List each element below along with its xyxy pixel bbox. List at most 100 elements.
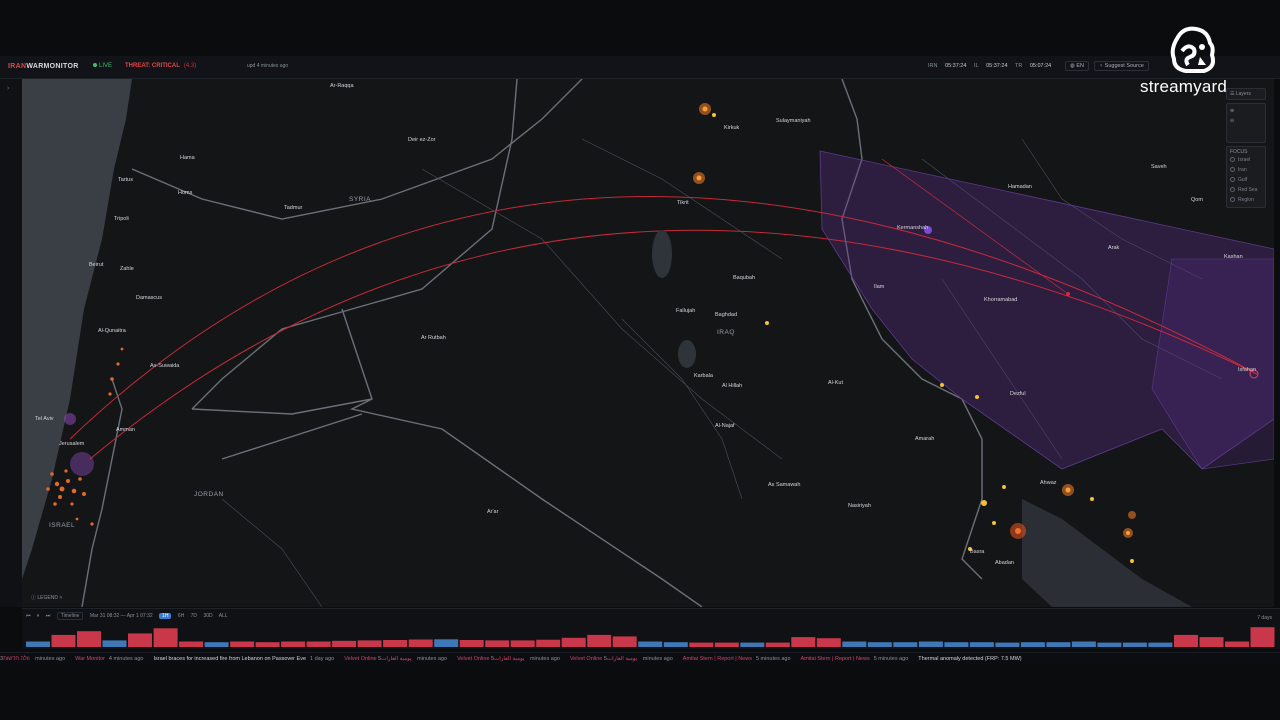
- histogram-bar[interactable]: [434, 639, 459, 647]
- histogram-bar[interactable]: [663, 642, 688, 647]
- histogram-bar[interactable]: [1174, 634, 1198, 647]
- histogram-bar[interactable]: [587, 634, 612, 647]
- histogram-bar[interactable]: [765, 642, 790, 647]
- histogram-bar[interactable]: [77, 631, 101, 647]
- histogram-bar[interactable]: [1071, 641, 1096, 648]
- pause-icon[interactable]: ⏸: [37, 613, 40, 619]
- ticker-src: וולה חדשות: [3, 656, 30, 662]
- histogram-bar[interactable]: [1148, 642, 1173, 647]
- range-button-all[interactable]: ALL: [219, 613, 228, 619]
- histogram-bar[interactable]: [1250, 627, 1275, 647]
- city-label: Basra: [970, 549, 985, 555]
- histogram-bar[interactable]: [561, 637, 586, 647]
- histogram-bar[interactable]: [893, 642, 918, 647]
- city-label: Al-Kut: [828, 380, 843, 386]
- histogram-bar[interactable]: [26, 641, 50, 648]
- histogram-bar[interactable]: [357, 640, 382, 647]
- histogram-bar[interactable]: [1046, 642, 1071, 647]
- histogram-bar[interactable]: [791, 637, 816, 647]
- strike-marker[interactable]: [1066, 292, 1070, 296]
- zoom-out-icon[interactable]: ⊖: [1230, 116, 1262, 126]
- map-controls: ☰ Layers ⊕ ⊖ FOCUS Israel Iran Gulf Red …: [1226, 88, 1266, 218]
- histogram-bar[interactable]: [255, 642, 280, 647]
- histogram-bar[interactable]: [638, 641, 663, 648]
- range-button-6h[interactable]: 6H: [178, 613, 184, 619]
- histogram-bar[interactable]: [918, 641, 943, 648]
- histogram-bar[interactable]: [179, 641, 204, 648]
- news-ticker[interactable]: וולה חדשות3 minutes ago War Monitor 4 minu…: [0, 652, 1280, 665]
- histogram-bar[interactable]: [128, 633, 152, 647]
- histogram-bar[interactable]: [1199, 637, 1224, 647]
- histogram-bar[interactable]: [1097, 642, 1122, 647]
- chevron-right-icon[interactable]: ›: [7, 85, 9, 92]
- ticker-item[interactable]: War Monitor 4 minutes ago: [75, 653, 143, 665]
- ticker-item[interactable]: Israel braces for increased fire from Le…: [153, 653, 334, 665]
- histogram-bar[interactable]: [944, 642, 969, 647]
- histogram-bar[interactable]: [867, 642, 892, 647]
- histogram-bar[interactable]: [204, 642, 229, 647]
- histogram-bar[interactable]: [281, 641, 306, 648]
- range-button-1h[interactable]: 1H: [159, 613, 172, 619]
- lightbulb-icon: ♀: [1099, 63, 1104, 69]
- histogram-bar[interactable]: [459, 640, 484, 647]
- threat-label: THREAT: CRITICAL: [125, 63, 180, 69]
- focus-item-red-sea[interactable]: Red Sea: [1230, 185, 1262, 195]
- histogram-bar[interactable]: [51, 634, 76, 647]
- language-button[interactable]: ◍ EN: [1065, 61, 1089, 71]
- legend-label: LEGEND: [37, 595, 58, 601]
- histogram-bar[interactable]: [1225, 641, 1249, 648]
- app-logo[interactable]: IRANWARMONITOR: [8, 63, 79, 70]
- city-label: Saveh: [1151, 164, 1167, 170]
- timeline-span-label: 7 days: [1257, 615, 1272, 621]
- ticker-ttl: Israel braces for increased fire from Le…: [153, 656, 307, 662]
- histogram-bar[interactable]: [714, 642, 739, 647]
- histogram-bar[interactable]: [536, 639, 561, 647]
- focus-item-region[interactable]: Region: [1230, 195, 1262, 205]
- city-label: Beirut: [89, 262, 104, 268]
- ticker-item[interactable]: Velvet Online يومية الغارات5 minutes ago: [457, 653, 560, 665]
- histogram-bar[interactable]: [485, 640, 510, 647]
- histogram-bar[interactable]: [842, 641, 867, 648]
- histogram-bar[interactable]: [153, 628, 178, 647]
- histogram-bar[interactable]: [969, 642, 994, 647]
- focus-item-gulf[interactable]: Gulf: [1230, 175, 1262, 185]
- histogram-bar[interactable]: [1020, 642, 1045, 647]
- ticker-item[interactable]: Amitai Stern | Report | News 5 minutes ag…: [683, 653, 791, 665]
- jerusalem-marker[interactable]: [70, 452, 94, 476]
- histogram-bar[interactable]: [383, 640, 408, 647]
- histogram-bar[interactable]: [230, 641, 255, 648]
- timeline-histogram[interactable]: [26, 625, 1276, 647]
- threat-level[interactable]: THREAT: CRITICAL (4.3): [125, 63, 196, 69]
- histogram-bar[interactable]: [995, 642, 1020, 647]
- timeline-mode-button[interactable]: Timeline: [56, 612, 84, 620]
- range-button-30d[interactable]: 30D: [203, 613, 212, 619]
- city-label: Jerusalem: [59, 441, 85, 447]
- histogram-bar[interactable]: [102, 640, 127, 647]
- histogram-bar[interactable]: [740, 642, 765, 647]
- map-view[interactable]: SYRIA IRAQ JORDAN ISRAEL Ar-Raqqa Deir e…: [22, 79, 1274, 607]
- histogram-bar[interactable]: [408, 639, 433, 648]
- legend-toggle[interactable]: ⓘ LEGEND ˄: [31, 594, 62, 601]
- city-label: Dezful: [1010, 391, 1026, 397]
- ticker-item[interactable]: Velvet Online يومية الغارات5 minutes ago: [570, 653, 673, 665]
- histogram-bar[interactable]: [332, 640, 357, 647]
- skip-forward-icon[interactable]: ⏭: [46, 613, 51, 619]
- range-button-7d[interactable]: 7D: [191, 613, 197, 619]
- histogram-bar[interactable]: [612, 636, 637, 647]
- ticker-item[interactable]: וולה חדשות3 minutes ago: [0, 653, 65, 665]
- histogram-bar[interactable]: [510, 640, 535, 647]
- logo-part-monitor: MONITOR: [43, 63, 79, 70]
- histogram-bar[interactable]: [689, 642, 714, 647]
- skip-back-icon[interactable]: ⏮: [26, 613, 31, 619]
- ticker-item[interactable]: Velvet Online يومية الغارات5 minutes ago: [344, 653, 447, 665]
- ticker-item[interactable]: Thermal anomaly detected (FRP: 7.5 MW): [918, 653, 1025, 665]
- city-label: Zahle: [120, 266, 134, 272]
- histogram-bar[interactable]: [1122, 642, 1147, 647]
- histogram-bar[interactable]: [306, 641, 331, 648]
- focus-item-israel[interactable]: Israel: [1230, 155, 1262, 165]
- focus-item-iran[interactable]: Iran: [1230, 165, 1262, 175]
- ticker-item[interactable]: Amitai Stern | Report | News 5 minutes ag…: [801, 653, 909, 665]
- histogram-bar[interactable]: [816, 638, 841, 647]
- tel-aviv-marker[interactable]: [64, 413, 76, 425]
- zoom-in-icon[interactable]: ⊕: [1230, 106, 1262, 116]
